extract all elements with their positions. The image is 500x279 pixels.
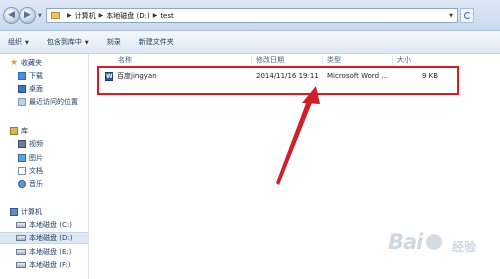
- sidebar-item-libraries[interactable]: 库: [10, 125, 88, 137]
- word-doc-icon: [105, 72, 113, 81]
- breadcrumb-separator-icon[interactable]: ▶: [99, 12, 104, 19]
- sidebar-item-drive-c[interactable]: 本地磁盘 (C:): [16, 219, 88, 231]
- breadcrumb-drive[interactable]: 本地磁盘 (D:): [106, 11, 149, 21]
- breadcrumb[interactable]: ▶ 计算机 ▶ 本地磁盘 (D:) ▶ test ▼: [46, 8, 458, 23]
- hard-drive-icon: [16, 235, 26, 241]
- file-type: Microsoft Word ...: [327, 72, 388, 80]
- back-button[interactable]: ◀: [3, 7, 20, 24]
- hard-drive-icon: [16, 262, 26, 268]
- breadcrumb-separator-icon[interactable]: ▶: [153, 12, 158, 19]
- navigation-pane: ★ 收藏夹 下载 桌面 最近访问的位置 库 视频 图片 文档 音乐 计算机 本地…: [0, 54, 89, 279]
- file-row[interactable]: 百度jingyan 2014/11/16 19:11 Microsoft Wor…: [100, 70, 460, 83]
- forward-button[interactable]: ▶: [19, 7, 36, 24]
- sidebar-item-label: 桌面: [29, 85, 43, 93]
- column-divider[interactable]: [251, 56, 252, 65]
- sidebar-item-label: 下载: [29, 72, 43, 80]
- sidebar-item-label: 收藏夹: [21, 59, 42, 67]
- sidebar-item-computer[interactable]: 计算机: [10, 206, 88, 218]
- baidu-watermark: Bai 经验: [382, 226, 500, 279]
- sidebar-item-label: 库: [21, 127, 28, 135]
- sidebar-item-drive-e[interactable]: 本地磁盘 (E:): [16, 246, 88, 258]
- watermark-text: Bai: [388, 230, 423, 254]
- file-name: 百度jingyan: [117, 72, 157, 80]
- file-size: 9 KB: [422, 72, 439, 80]
- paw-logo-icon: [426, 234, 442, 250]
- sidebar-item-favorites[interactable]: ★ 收藏夹: [10, 57, 88, 69]
- burn-button[interactable]: 刻录: [107, 37, 121, 47]
- video-library-icon: [18, 140, 26, 148]
- music-library-icon: [18, 180, 26, 188]
- sidebar-item-label: 视频: [29, 140, 43, 148]
- sidebar-item-videos[interactable]: 视频: [18, 138, 88, 150]
- chevron-down-icon: ▼: [84, 40, 89, 46]
- column-divider[interactable]: [392, 56, 393, 65]
- file-modified-date: 2014/11/16 19:11: [256, 72, 319, 80]
- chevron-down-icon: ▼: [25, 40, 29, 46]
- recent-places-icon: [18, 98, 26, 106]
- column-divider[interactable]: [322, 56, 323, 65]
- sidebar-item-music[interactable]: 音乐: [18, 178, 88, 190]
- column-header-modified[interactable]: 修改日期: [256, 54, 284, 66]
- sidebar-item-label: 图片: [29, 154, 43, 162]
- column-header-name[interactable]: 名称: [118, 54, 132, 66]
- new-folder-button[interactable]: 新建文件夹: [139, 37, 174, 47]
- column-header-size[interactable]: 大小: [397, 54, 411, 66]
- forward-arrow-icon: ▶: [24, 10, 31, 20]
- organize-menu[interactable]: 组织 ▼: [8, 37, 29, 47]
- include-in-library-label: 包含到库中: [46, 38, 82, 46]
- sidebar-item-label: 本地磁盘 (C:): [29, 221, 72, 229]
- sidebar-item-desktop[interactable]: 桌面: [18, 83, 88, 95]
- computer-icon: [10, 208, 18, 216]
- sidebar-item-drive-f[interactable]: 本地磁盘 (F:): [16, 259, 88, 271]
- picture-library-icon: [18, 154, 26, 162]
- folder-icon: [51, 12, 60, 19]
- document-library-icon: [18, 167, 26, 175]
- sidebar-item-label: 本地磁盘 (D:): [29, 234, 73, 242]
- command-bar: 组织 ▼ 包含到库中 ▼ 刻录 新建文件夹: [0, 31, 500, 54]
- sidebar-item-label: 最近访问的位置: [29, 98, 78, 106]
- breadcrumb-computer[interactable]: 计算机: [75, 11, 96, 21]
- sidebar-item-recent-places[interactable]: 最近访问的位置: [18, 96, 88, 108]
- organize-label: 组织: [8, 38, 22, 46]
- hard-drive-icon: [16, 249, 26, 255]
- address-dropdown-icon[interactable]: ▼: [449, 13, 453, 19]
- hard-drive-icon: [16, 222, 26, 228]
- recent-pages-dropdown-icon[interactable]: ▼: [38, 13, 42, 19]
- back-arrow-icon: ◀: [8, 10, 15, 20]
- sidebar-item-label: 计算机: [21, 208, 42, 216]
- breadcrumb-separator-icon[interactable]: ▶: [67, 12, 72, 19]
- sidebar-item-label: 文档: [29, 167, 43, 175]
- sidebar-item-downloads[interactable]: 下载: [18, 70, 88, 82]
- include-in-library-menu[interactable]: 包含到库中 ▼: [47, 37, 89, 47]
- sidebar-item-label: 本地磁盘 (F:): [29, 261, 71, 269]
- desktop-icon: [18, 85, 26, 93]
- download-folder-icon: [18, 72, 26, 80]
- star-icon: ★: [10, 58, 19, 68]
- watermark-subtext: 经验: [452, 240, 477, 254]
- sidebar-item-label: 本地磁盘 (E:): [29, 248, 72, 256]
- breadcrumb-folder[interactable]: test: [160, 12, 173, 20]
- sidebar-item-drive-d[interactable]: 本地磁盘 (D:): [0, 232, 88, 244]
- column-header-type[interactable]: 类型: [327, 54, 341, 66]
- address-bar: ◀ ▶ ▼ ▶ 计算机 ▶ 本地磁盘 (D:) ▶ test ▼: [0, 0, 500, 31]
- library-icon: [10, 127, 18, 135]
- sidebar-item-documents[interactable]: 文档: [18, 165, 88, 177]
- sidebar-item-pictures[interactable]: 图片: [18, 152, 88, 164]
- refresh-button[interactable]: [460, 8, 474, 23]
- sidebar-item-label: 音乐: [29, 180, 43, 188]
